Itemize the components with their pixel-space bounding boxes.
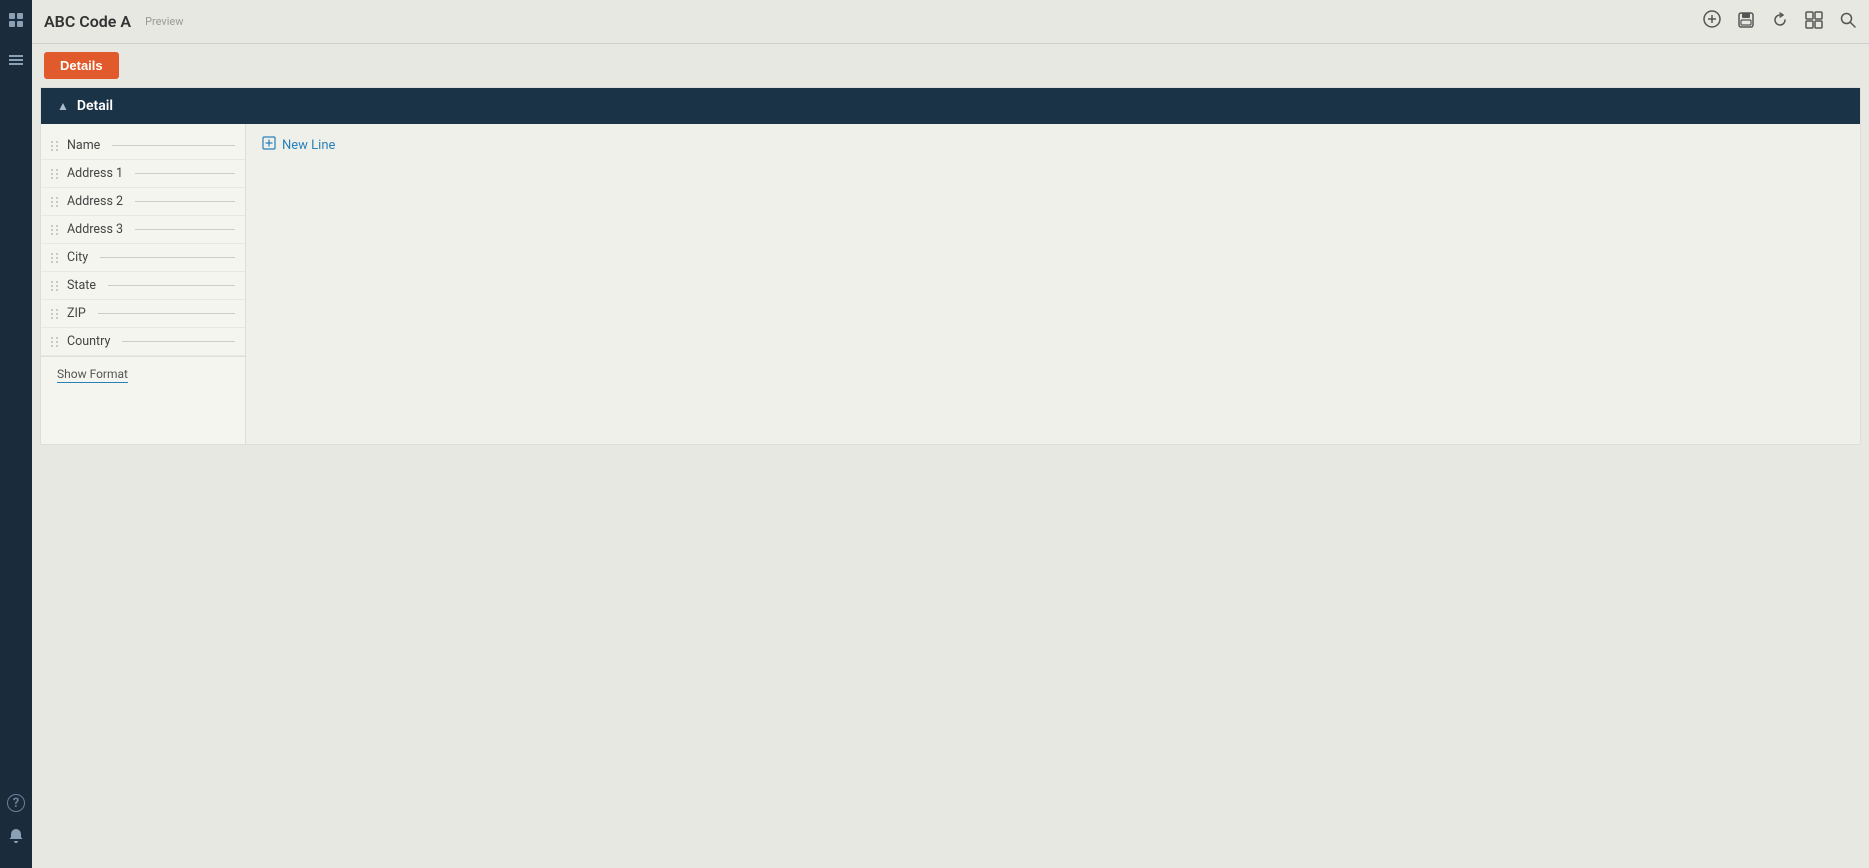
- section-title: Detail: [77, 98, 113, 114]
- field-line-address2: [135, 201, 235, 202]
- field-label-address2: Address 2: [67, 194, 123, 209]
- field-row-zip[interactable]: ZIP: [41, 300, 245, 328]
- field-row-address3[interactable]: Address 3: [41, 216, 245, 244]
- sidebar-grid-icon[interactable]: [4, 8, 28, 32]
- field-line-city: [100, 257, 235, 258]
- right-panel: New Line: [246, 124, 1860, 444]
- field-line-state: [108, 285, 235, 286]
- drag-handle-zip: [51, 309, 59, 319]
- section-header[interactable]: ▲ Detail: [41, 88, 1860, 124]
- section-body: Name Address 1: [41, 124, 1860, 444]
- collapse-icon: ▲: [57, 99, 69, 113]
- field-row-address2[interactable]: Address 2: [41, 188, 245, 216]
- drag-handle-country: [51, 337, 59, 347]
- new-line-icon: [262, 136, 276, 154]
- sidebar-help-icon[interactable]: ?: [7, 794, 25, 812]
- field-line-zip: [98, 313, 235, 314]
- field-row-state[interactable]: State: [41, 272, 245, 300]
- field-label-city: City: [67, 250, 88, 265]
- detail-section: ▲ Detail Name: [40, 87, 1861, 445]
- field-line-address3: [135, 229, 235, 230]
- main-content: ABC Code A Preview Details ▲: [32, 0, 1869, 868]
- field-line-address1: [135, 173, 235, 174]
- field-label-address3: Address 3: [67, 222, 123, 237]
- topbar: ABC Code A Preview: [32, 0, 1869, 44]
- new-line-button[interactable]: New Line: [262, 136, 1844, 154]
- field-label-zip: ZIP: [67, 306, 86, 321]
- search-icon[interactable]: [1839, 11, 1857, 33]
- details-button[interactable]: Details: [44, 52, 119, 79]
- preview-badge: Preview: [145, 15, 183, 28]
- field-row-city[interactable]: City: [41, 244, 245, 272]
- sidebar-notifications-icon[interactable]: [4, 824, 28, 848]
- drag-handle-name: [51, 141, 59, 151]
- field-line-name: [112, 145, 235, 146]
- drag-handle-address2: [51, 197, 59, 207]
- drag-handle-address1: [51, 169, 59, 179]
- field-row-country[interactable]: Country: [41, 328, 245, 356]
- add-icon[interactable]: [1703, 10, 1721, 33]
- topbar-actions: [1703, 10, 1857, 33]
- fields-panel: Name Address 1: [41, 124, 246, 444]
- field-row-name[interactable]: Name: [41, 132, 245, 160]
- field-label-state: State: [67, 278, 96, 293]
- app-title: ABC Code A: [44, 12, 131, 31]
- drag-handle-city: [51, 253, 59, 263]
- sidebar-menu-icon[interactable]: [4, 48, 28, 72]
- refresh-icon[interactable]: [1771, 11, 1789, 33]
- toolbar: Details: [32, 44, 1869, 87]
- sidebar: ?: [0, 0, 32, 868]
- field-row-address1[interactable]: Address 1: [41, 160, 245, 188]
- drag-handle-state: [51, 281, 59, 291]
- field-label-address1: Address 1: [67, 166, 123, 181]
- layout-icon[interactable]: [1805, 11, 1823, 33]
- new-line-label: New Line: [282, 138, 335, 153]
- section-footer: Show Format: [41, 356, 245, 393]
- field-line-country: [122, 341, 235, 342]
- field-label-country: Country: [67, 334, 110, 349]
- save-icon[interactable]: [1737, 11, 1755, 33]
- show-format-button[interactable]: Show Format: [57, 367, 128, 383]
- field-label-name: Name: [67, 138, 100, 153]
- drag-handle-address3: [51, 225, 59, 235]
